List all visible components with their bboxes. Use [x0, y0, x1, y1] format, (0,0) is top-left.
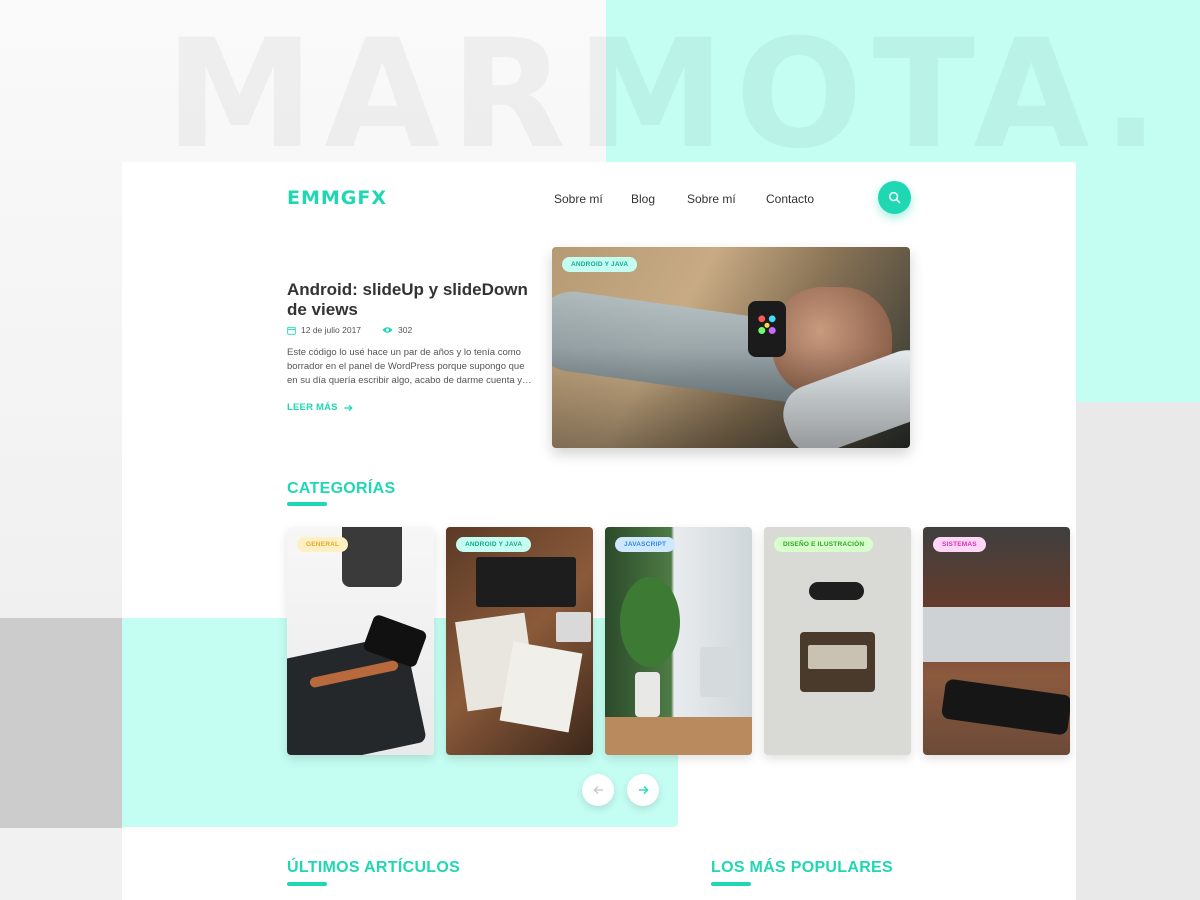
- phone-shape: [940, 678, 1070, 736]
- monitor-shape: [476, 557, 576, 607]
- background-grey-block-right: [1076, 402, 1200, 900]
- featured-post-excerpt: Este código lo usé hace un par de años y…: [287, 347, 532, 386]
- popular-articles-title: LOS MÁS POPULARES: [711, 859, 894, 876]
- nav-item-sobre-mi-2[interactable]: Sobre mí: [687, 192, 736, 206]
- arrow-left-icon: [592, 785, 603, 795]
- categories-title: CATEGORÍAS: [287, 480, 396, 497]
- category-card-android-y-java[interactable]: ANDROID Y JAVA: [446, 527, 593, 755]
- post-views-count: 302: [398, 325, 413, 335]
- search-icon: [888, 191, 901, 204]
- arrow-right-icon: [344, 404, 353, 411]
- read-more-label: LEER MÁS: [287, 402, 338, 413]
- featured-post-title[interactable]: Android: slideUp y slideDown de views: [287, 280, 537, 321]
- carousel-next-button[interactable]: [627, 774, 659, 806]
- featured-post-tag[interactable]: ANDROID Y JAVA: [562, 257, 638, 272]
- speaker-shape: [342, 527, 402, 587]
- keyboard-shape: [556, 612, 591, 642]
- featured-post-meta: 12 de julio 2017 302: [287, 325, 412, 335]
- post-date: 12 de julio 2017: [287, 325, 361, 335]
- featured-post-image[interactable]: ANDROID Y JAVA: [552, 247, 910, 448]
- site-logo[interactable]: EMMGFX: [287, 187, 387, 209]
- calendar-icon: [287, 326, 296, 335]
- arrow-right-icon: [638, 785, 649, 795]
- laptop-keyboard-shape: [923, 607, 1070, 662]
- category-tag-android-y-java: ANDROID Y JAVA: [456, 537, 532, 552]
- category-card-sistemas[interactable]: SISTEMAS: [923, 527, 1070, 755]
- image-shade: [552, 247, 910, 448]
- carousel-prev-button[interactable]: [582, 774, 614, 806]
- category-tag-javascript: JAVASCRIPT: [615, 537, 676, 552]
- eye-icon: [382, 327, 393, 333]
- category-tag-general: GENERAL: [297, 537, 349, 552]
- post-date-text: 12 de julio 2017: [301, 325, 362, 335]
- popular-articles-underline: [711, 882, 751, 886]
- post-views: 302: [382, 325, 412, 335]
- sheet-music-shape-2: [499, 641, 583, 733]
- category-tag-sistemas: SISTEMAS: [933, 537, 986, 552]
- monitor-shape: [700, 647, 740, 697]
- website-page: EMMGFX Sobre mí Blog Sobre mí Contacto A…: [122, 162, 1076, 900]
- category-card-general[interactable]: GENERAL: [287, 527, 434, 755]
- category-card-javascript[interactable]: JAVASCRIPT: [605, 527, 752, 755]
- latest-articles-underline: [287, 882, 327, 886]
- nav-item-sobre-mi[interactable]: Sobre mí: [554, 192, 603, 206]
- telephone-panel-shape: [808, 645, 867, 669]
- desk-shape: [605, 717, 752, 755]
- nav-item-contacto[interactable]: Contacto: [766, 192, 814, 206]
- background-grey-block-left: [0, 618, 122, 828]
- search-button[interactable]: [878, 181, 911, 214]
- vase-shape: [635, 672, 660, 717]
- plant-leaves-shape: [620, 577, 680, 667]
- categories-underline: [287, 502, 327, 506]
- latest-articles-title: ÚLTIMOS ARTÍCULOS: [287, 859, 461, 876]
- background-watermark-text: MARMOTA.: [165, 20, 1169, 170]
- read-more-link[interactable]: LEER MÁS: [287, 402, 353, 413]
- category-card-diseno-e-ilustracion[interactable]: DISEÑO E ILUSTRACIÓN: [764, 527, 911, 755]
- telephone-handset-shape: [809, 582, 864, 600]
- nav-item-blog[interactable]: Blog: [631, 192, 655, 206]
- category-tag-diseno-e-ilustracion: DISEÑO E ILUSTRACIÓN: [774, 537, 874, 552]
